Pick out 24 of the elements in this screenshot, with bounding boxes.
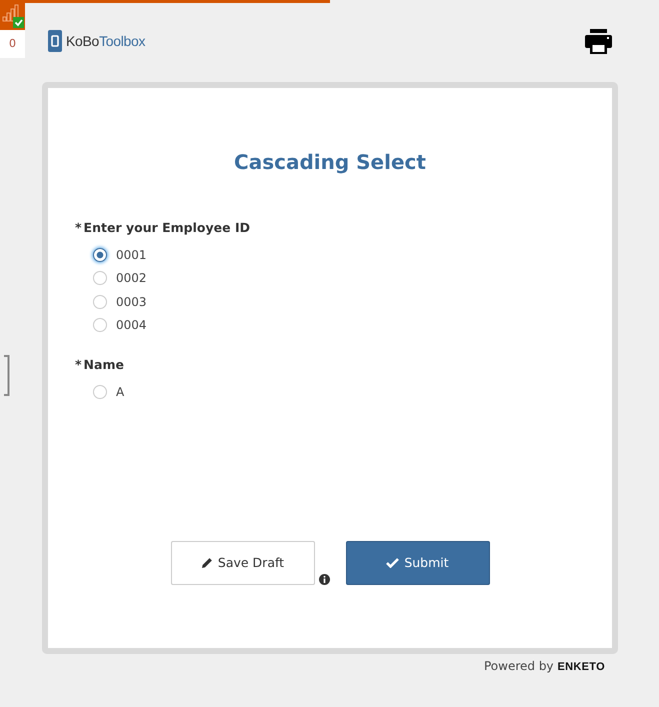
save-draft-button[interactable]: Save Draft <box>170 540 314 584</box>
print-icon[interactable] <box>585 28 612 54</box>
bracket-icon[interactable] <box>4 355 10 396</box>
logo-text: KoBoToolbox <box>66 33 146 49</box>
powered-by-text: Powered by <box>484 659 554 673</box>
radio-button[interactable] <box>93 248 107 262</box>
question-label: Enter your Employee ID <box>84 220 250 235</box>
option-label: 0004 <box>116 318 147 332</box>
option-label: 0001 <box>116 248 147 262</box>
question-label: Name <box>84 357 124 372</box>
required-mark: * <box>75 220 82 235</box>
phone-icon <box>48 30 62 52</box>
form-title: Cascading Select <box>233 150 427 174</box>
option-label: A <box>116 384 124 399</box>
info-icon[interactable] <box>318 574 330 584</box>
enketo-logo[interactable]: ENKETO <box>558 661 605 673</box>
option-label: 0003 <box>116 294 147 309</box>
option-label: 0002 <box>116 271 147 286</box>
signal-check-icon[interactable] <box>0 0 25 30</box>
check-icon <box>386 557 400 568</box>
submit-button[interactable]: Submit <box>346 540 490 584</box>
queue-count: 0 <box>0 30 25 58</box>
required-mark: * <box>75 357 82 372</box>
pencil-icon <box>200 556 213 568</box>
